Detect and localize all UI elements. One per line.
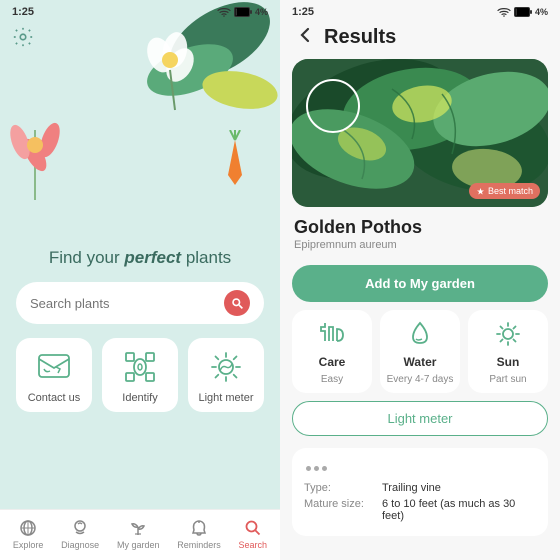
nav-search-label: Search: [239, 540, 268, 550]
size-label: Mature size:: [304, 498, 374, 510]
back-button[interactable]: [296, 26, 314, 49]
care-card-care: Care Easy: [292, 310, 372, 393]
quick-actions: Contact us Identify: [16, 338, 264, 412]
plant-details: Type: Trailing vine Mature size: 6 to 10…: [292, 448, 548, 536]
nav-reminders[interactable]: Reminders: [177, 518, 221, 550]
light-meter-icon: [207, 348, 245, 386]
bottom-nav: Explore Diagnose My garde: [0, 509, 280, 560]
wifi-icon: [217, 7, 231, 17]
care-value-2: Part sun: [489, 374, 526, 385]
light-meter-button[interactable]: Light meter: [292, 401, 548, 436]
status-icons-right: 4%: [497, 7, 548, 17]
flower-svg: [0, 100, 70, 200]
more-options-icon[interactable]: [304, 458, 332, 478]
plant-info: Golden Pothos Epipremnum aureum: [280, 207, 560, 257]
header-left: [0, 22, 280, 53]
nav-search[interactable]: Search: [239, 518, 268, 550]
contact-us-card[interactable]: Contact us: [16, 338, 92, 412]
battery-pct-right: 4%: [535, 7, 548, 17]
contact-us-label: Contact us: [28, 392, 81, 404]
nav-reminders-label: Reminders: [177, 540, 221, 550]
care-title-1: Water: [404, 355, 437, 369]
best-match-badge: Best match: [469, 183, 540, 199]
detail-row-type: Type: Trailing vine: [304, 482, 536, 494]
light-meter-card[interactable]: Light meter: [188, 338, 264, 412]
care-cards: Care Easy Water Every 4-7 days Sun Part: [292, 310, 548, 393]
detail-row-size: Mature size: 6 to 10 feet (as much as 30…: [304, 498, 536, 522]
status-icons-left: 4%: [217, 7, 268, 17]
contact-icon: [35, 348, 73, 386]
care-icon: [316, 318, 348, 350]
nav-diagnose-label: Diagnose: [61, 540, 99, 550]
time-right: 1:25: [292, 6, 314, 18]
plant-image-container: Best match: [292, 59, 548, 207]
status-bar-right: 1:25 4%: [280, 0, 560, 22]
page-title: Results: [324, 26, 396, 49]
care-value-0: Easy: [321, 374, 343, 385]
identify-card[interactable]: Identify: [102, 338, 178, 412]
care-card-sun: Sun Part sun: [468, 310, 548, 393]
my-garden-icon: [128, 518, 148, 538]
reminders-icon: [189, 518, 209, 538]
tagline: Find your perfect plants: [0, 248, 280, 268]
plant-name: Golden Pothos: [294, 217, 546, 238]
settings-icon[interactable]: [12, 26, 34, 48]
type-value: Trailing vine: [382, 482, 536, 494]
care-value-1: Every 4-7 days: [387, 374, 454, 385]
detail-row-0: [304, 458, 536, 478]
carrot-svg: [220, 130, 250, 190]
plant-latin: Epipremnum aureum: [294, 239, 546, 251]
water-icon: [404, 318, 436, 350]
diagnose-icon: [70, 518, 90, 538]
battery-pct-left: 4%: [255, 7, 268, 17]
sun-icon: [492, 318, 524, 350]
add-to-garden-button[interactable]: Add to My garden: [292, 265, 548, 302]
left-panel: 1:25 4%: [0, 0, 280, 560]
star-icon: [476, 187, 485, 196]
focus-circle: [306, 79, 360, 133]
nav-my-garden[interactable]: My garden: [117, 518, 160, 550]
nav-diagnose[interactable]: Diagnose: [61, 518, 99, 550]
status-bar-left: 1:25 4%: [0, 0, 280, 22]
right-panel: 1:25 4% Results: [280, 0, 560, 560]
search-button[interactable]: [224, 290, 250, 316]
time-left: 1:25: [12, 6, 34, 18]
search-nav-icon: [243, 518, 263, 538]
light-meter-label: Light meter: [198, 392, 253, 404]
nav-my-garden-label: My garden: [117, 540, 160, 550]
identify-label: Identify: [122, 392, 157, 404]
size-value: 6 to 10 feet (as much as 30 feet): [382, 498, 536, 522]
search-bar[interactable]: [16, 282, 264, 324]
wifi-icon-right: [497, 7, 511, 17]
care-card-water: Water Every 4-7 days: [380, 310, 460, 393]
nav-explore-label: Explore: [13, 540, 44, 550]
search-input[interactable]: [30, 296, 224, 311]
care-title-0: Care: [319, 355, 346, 369]
type-label: Type:: [304, 482, 374, 494]
identify-icon: [121, 348, 159, 386]
right-header: Results: [280, 22, 560, 59]
nav-explore[interactable]: Explore: [13, 518, 44, 550]
care-title-2: Sun: [497, 355, 520, 369]
search-icon: [231, 297, 244, 310]
battery-icon-right: [514, 7, 532, 17]
explore-icon: [18, 518, 38, 538]
battery-icon-left: [234, 7, 252, 17]
